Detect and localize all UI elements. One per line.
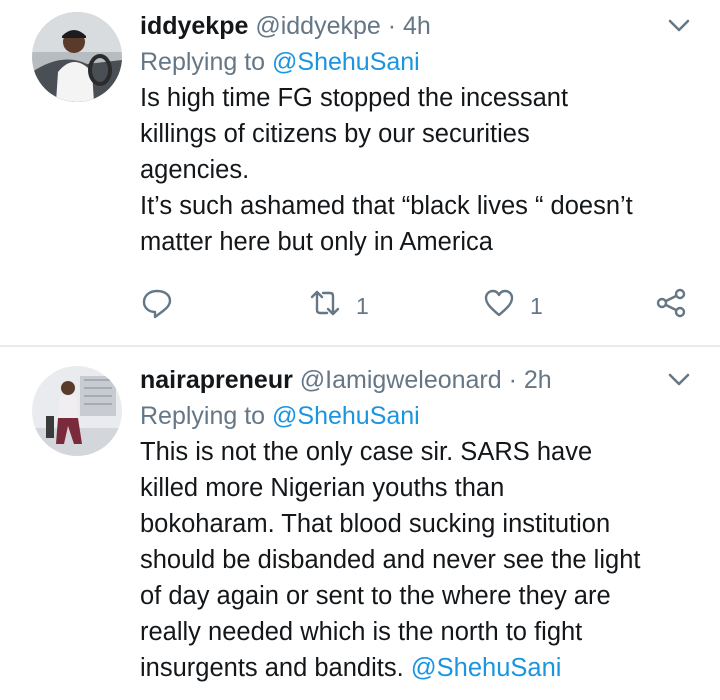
separator-dot: · (508, 366, 517, 394)
replying-to: Replying to @ShehuSani (140, 44, 700, 80)
tweet-text-line: bokoharam. That blood sucking institutio… (140, 510, 611, 538)
tweet-text-line: should be disbanded and never see the li… (140, 546, 641, 574)
display-name[interactable]: iddyekpe (140, 12, 248, 40)
tweet-text-line: agencies. (140, 156, 250, 184)
user-handle[interactable]: @iddyekpe (255, 12, 380, 40)
tweet-text-line: really needed which is the north to figh… (140, 618, 583, 646)
tweet-text-line: This is not the only case sir. SARS have (140, 438, 593, 466)
tweet[interactable]: nairapreneur @Iamigweleonard · 2h Replyi… (0, 348, 720, 700)
user-handle[interactable]: @Iamigweleonard (300, 366, 502, 394)
tweet-actions: 1 1 (140, 286, 700, 326)
tweet[interactable]: iddyekpe @iddyekpe · 4h Replying to @She… (0, 0, 720, 346)
like-count: 1 (530, 292, 543, 319)
tweet-text-line: of day again or sent to the where they a… (140, 582, 611, 610)
tweet-text-line: killings of citizens by our securities (140, 120, 530, 148)
retweet-icon (308, 286, 342, 326)
timestamp[interactable]: 2h (524, 366, 552, 394)
tweet-text-line: insurgents and bandits. @ShehuSani (140, 650, 700, 686)
tweet-content: nairapreneur @Iamigweleonard · 2h Replyi… (140, 362, 700, 686)
tweet-text: This is not the only case sir. SARS have… (140, 434, 700, 686)
retweet-button[interactable]: 1 (308, 286, 369, 326)
reply-icon (140, 286, 174, 326)
mention-link[interactable]: @ShehuSani (411, 654, 562, 682)
tweet-text-line: It’s such ashamed that “black lives “ do… (140, 192, 633, 220)
replying-to-label: Replying to (140, 48, 273, 76)
separator-dot: · (387, 12, 397, 40)
share-button[interactable] (654, 286, 688, 326)
tweet-text-line: Is high time FG stopped the incessant (140, 84, 569, 112)
replying-to-label: Replying to (140, 402, 273, 430)
chevron-down-icon[interactable] (664, 364, 694, 394)
avatar[interactable] (32, 366, 122, 456)
tweet-text: Is high time FG stopped the incessant ki… (140, 80, 700, 260)
display-name[interactable]: nairapreneur (140, 366, 293, 394)
chevron-down-icon[interactable] (664, 10, 694, 40)
tweet-header: nairapreneur @Iamigweleonard · 2h (140, 362, 700, 398)
retweet-count: 1 (356, 292, 369, 319)
tweet-header: iddyekpe @iddyekpe · 4h (140, 8, 700, 44)
share-icon (654, 286, 688, 326)
tweet-text-line: matter here but only in America (140, 228, 493, 256)
reply-button[interactable] (140, 286, 174, 326)
tweet-divider (0, 345, 720, 347)
replying-to: Replying to @ShehuSani (140, 398, 700, 434)
replying-to-mention[interactable]: @ShehuSani (272, 48, 420, 76)
timestamp[interactable]: 4h (403, 12, 431, 40)
like-button[interactable]: 1 (482, 286, 543, 326)
tweet-text-segment: insurgents and bandits. (140, 654, 411, 682)
avatar[interactable] (32, 12, 122, 102)
tweet-text-line: killed more Nigerian youths than (140, 474, 505, 502)
replying-to-mention[interactable]: @ShehuSani (272, 402, 420, 430)
like-icon (482, 286, 516, 326)
tweet-content: iddyekpe @iddyekpe · 4h Replying to @She… (140, 8, 700, 260)
